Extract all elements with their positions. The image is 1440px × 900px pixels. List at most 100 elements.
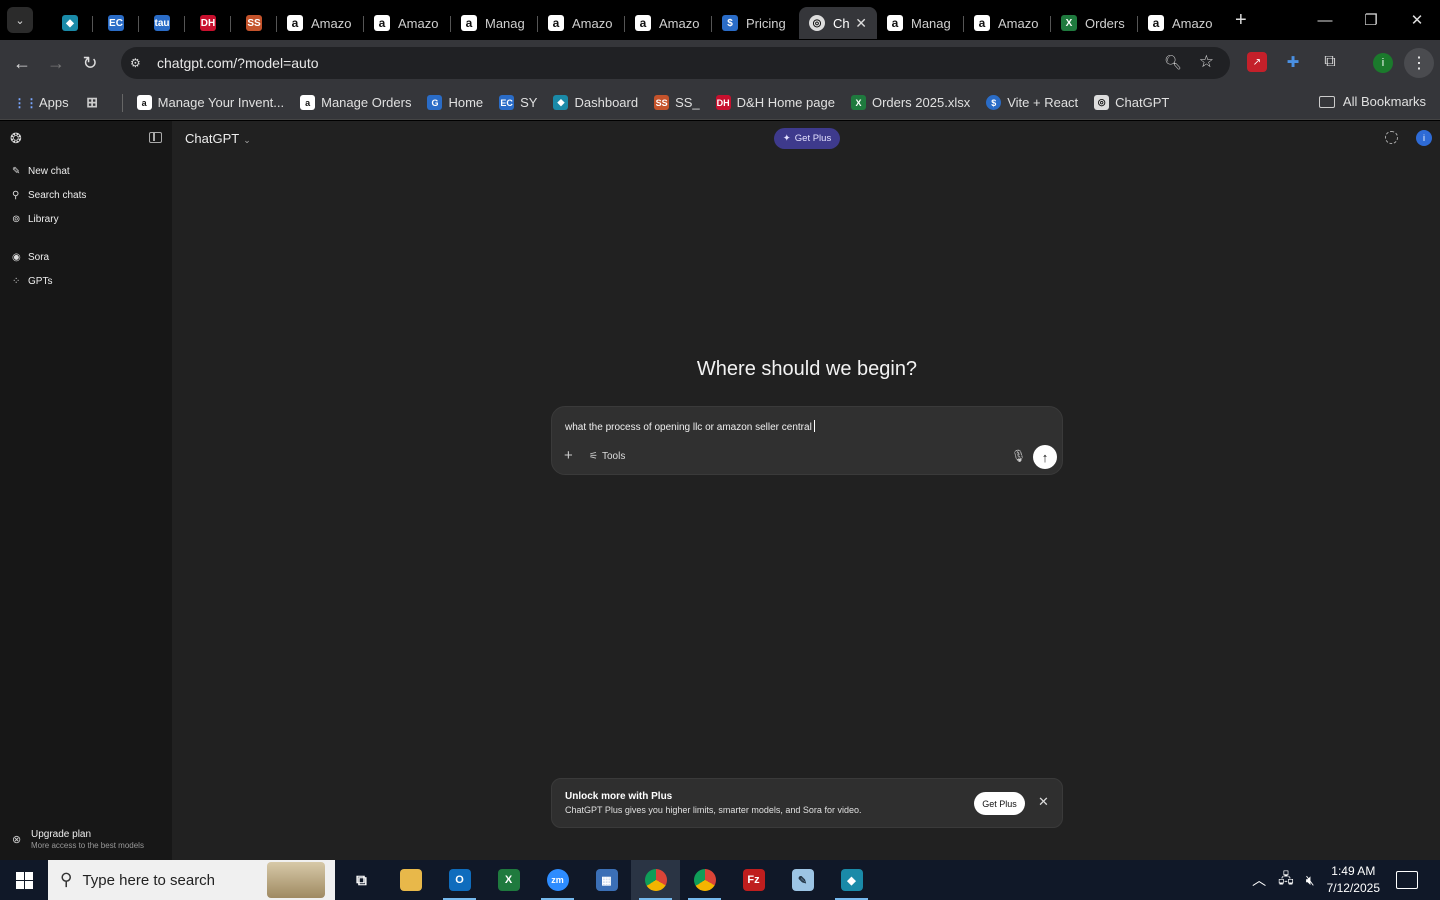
filezilla-icon[interactable]: Fz [729,860,778,900]
dismiss-banner-close-icon[interactable]: ✕ [1038,794,1049,810]
bookmark-home[interactable]: G Home [427,95,483,110]
zoom-icon[interactable]: 🔍︎ [1164,54,1182,71]
sidebar-toggle-icon[interactable] [149,132,162,143]
bookmark-apps[interactable]: ⋮⋮ Apps [14,95,69,110]
tab[interactable]: a Amazo [538,7,625,39]
notepad-icon[interactable]: ✎ [778,860,827,900]
dh-icon: DH [715,95,731,110]
tab[interactable]: $ Pricing [712,7,799,39]
volume-muted-icon[interactable]: 🔇︎ [1306,872,1315,889]
start-button[interactable] [0,860,48,900]
minimize-icon[interactable]: — [1302,0,1348,40]
search-highlight-image [267,862,325,898]
app-diamond-icon[interactable]: ◆ [827,860,876,900]
amazon-favicon-icon: a [374,15,390,31]
all-bookmarks[interactable]: All Bookmarks [1318,94,1426,109]
bookmark-vite-react[interactable]: $ Vite + React [986,95,1078,110]
bookmark-sy[interactable]: EC SY [499,95,537,110]
zoom-app-icon[interactable]: zm [533,860,582,900]
sidebar-item-sora[interactable]: ◉ Sora [12,252,49,263]
tab[interactable]: a Manag [877,7,964,39]
user-avatar[interactable]: i [1416,130,1432,146]
calculator-icon[interactable]: ▦ [582,860,631,900]
ss-icon: SS [654,95,670,110]
arrow-up-icon: ↑ [1041,449,1049,465]
tab[interactable]: a Amazo [277,7,364,39]
tab-title: Manag [485,15,525,31]
chrome-profile-icon[interactable] [680,860,729,900]
microphone-icon[interactable]: 🎙︎ [1011,449,1026,463]
bookmark-ss[interactable]: SS SS_ [654,95,700,110]
tab-title: Orders [1085,15,1125,31]
tab[interactable]: ◆ [47,7,93,39]
sidebar-item-gpts[interactable]: ⁘ GPTs [12,276,52,287]
notification-center-icon[interactable] [1396,871,1418,889]
tab[interactable]: DH [185,7,231,39]
tab[interactable]: a Amazo [964,7,1051,39]
file-explorer-icon[interactable] [386,860,435,900]
send-button[interactable]: ↑ [1033,445,1057,469]
bookmark-chatgpt[interactable]: ◎ ChatGPT [1094,95,1169,110]
chevron-up-icon[interactable]: ︿ [1252,870,1266,890]
tab-active[interactable]: ◎ Ch ✕ [799,7,877,39]
bookmark-dh-home[interactable]: DH D&H Home page [715,95,835,110]
model-selector[interactable]: ChatGPT ⌄ [185,131,251,146]
sidebar-item-new-chat[interactable]: ✎ New chat [12,166,70,177]
close-tab-icon[interactable]: ✕ [855,15,867,32]
network-icon[interactable]: 🖧︎ [1278,868,1294,892]
tools-button[interactable]: ⚟ Tools [589,451,625,462]
tab[interactable]: a Manag [451,7,538,39]
bookmark-manage-inventory[interactable]: a Manage Your Invent... [136,95,284,110]
temporary-chat-icon[interactable] [1385,131,1398,144]
tab[interactable]: SS [231,7,277,39]
prompt-input[interactable]: what the process of opening llc or amazo… [565,420,815,433]
bookmark-star-icon[interactable]: ☆ [1199,52,1214,72]
forward-arrow-icon[interactable]: → [39,46,73,80]
url-text[interactable]: chatgpt.com/?model=auto [157,55,319,71]
tab-title: Ch [833,15,850,31]
amazon-favicon-icon: a [887,15,903,31]
tab-title: Amazo [998,15,1039,31]
clock[interactable]: 1:49 AM 7/12/2025 [1327,863,1380,897]
prompt-composer[interactable]: what the process of opening llc or amazo… [551,406,1063,475]
sidebar-item-search-chats[interactable]: ⚲ Search chats [12,190,86,201]
tab-search-button[interactable]: ⌄ [7,7,33,33]
bookmark-tab-groups[interactable]: ⊞ [85,94,106,110]
bookmark-orders-xlsx[interactable]: X Orders 2025.xlsx [850,95,970,110]
bookmark-manage-orders[interactable]: a Manage Orders [300,95,411,110]
dollar-icon: $ [986,95,1002,110]
upgrade-plan[interactable]: ⊗ Upgrade plan More access to the best m… [12,829,144,850]
openai-logo-icon[interactable]: ❂ [10,130,26,146]
chrome-menu-icon[interactable]: ⋮ [1404,48,1434,78]
tab[interactable]: EC [93,7,139,39]
taskbar-search-box[interactable]: ⚲ Type here to search [48,860,335,900]
profile-avatar[interactable]: i [1373,53,1393,73]
get-plus-button-header[interactable]: ✦ Get Plus [774,128,840,149]
blue-extension-icon[interactable]: ✚ [1283,52,1303,72]
close-window-icon[interactable]: ✕ [1394,0,1440,40]
chrome-icon[interactable] [631,860,680,900]
tab[interactable]: tau [139,7,185,39]
tab-list: ◆ EC tau DH SS a Amazo a Amazo a Manag a Ama… [47,0,1247,40]
upgrade-title: Upgrade plan [31,829,92,840]
tab[interactable]: a Amazo [1138,7,1225,39]
extensions-puzzle-icon[interactable]: ⧉ [1320,52,1340,72]
tab[interactable]: a Amazo [625,7,712,39]
bookmark-dashboard[interactable]: ◆ Dashboard [553,95,638,110]
site-settings-icon[interactable]: ⚙ [130,56,150,70]
tab[interactable]: a Amazo [364,7,451,39]
restore-icon[interactable]: ❐ [1348,0,1394,40]
page-headline: Where should we begin? [696,358,918,380]
address-bar[interactable]: ⚙ chatgpt.com/?model=auto 🔍︎ ☆ [121,47,1230,79]
outlook-icon[interactable]: O [435,860,484,900]
sidebar-item-library[interactable]: ⊚ Library [12,214,59,225]
red-extension-icon[interactable]: ↗ [1247,52,1267,72]
attach-plus-icon[interactable]: + [564,447,573,464]
get-plus-button[interactable]: Get Plus [974,792,1025,815]
tab[interactable]: X Orders [1051,7,1138,39]
excel-icon[interactable]: X [484,860,533,900]
reload-icon[interactable]: ↻ [73,46,107,80]
new-tab-plus-icon[interactable]: + [1235,9,1247,32]
back-arrow-icon[interactable]: ← [5,46,39,80]
task-view-icon[interactable]: ⧉ [337,860,386,900]
